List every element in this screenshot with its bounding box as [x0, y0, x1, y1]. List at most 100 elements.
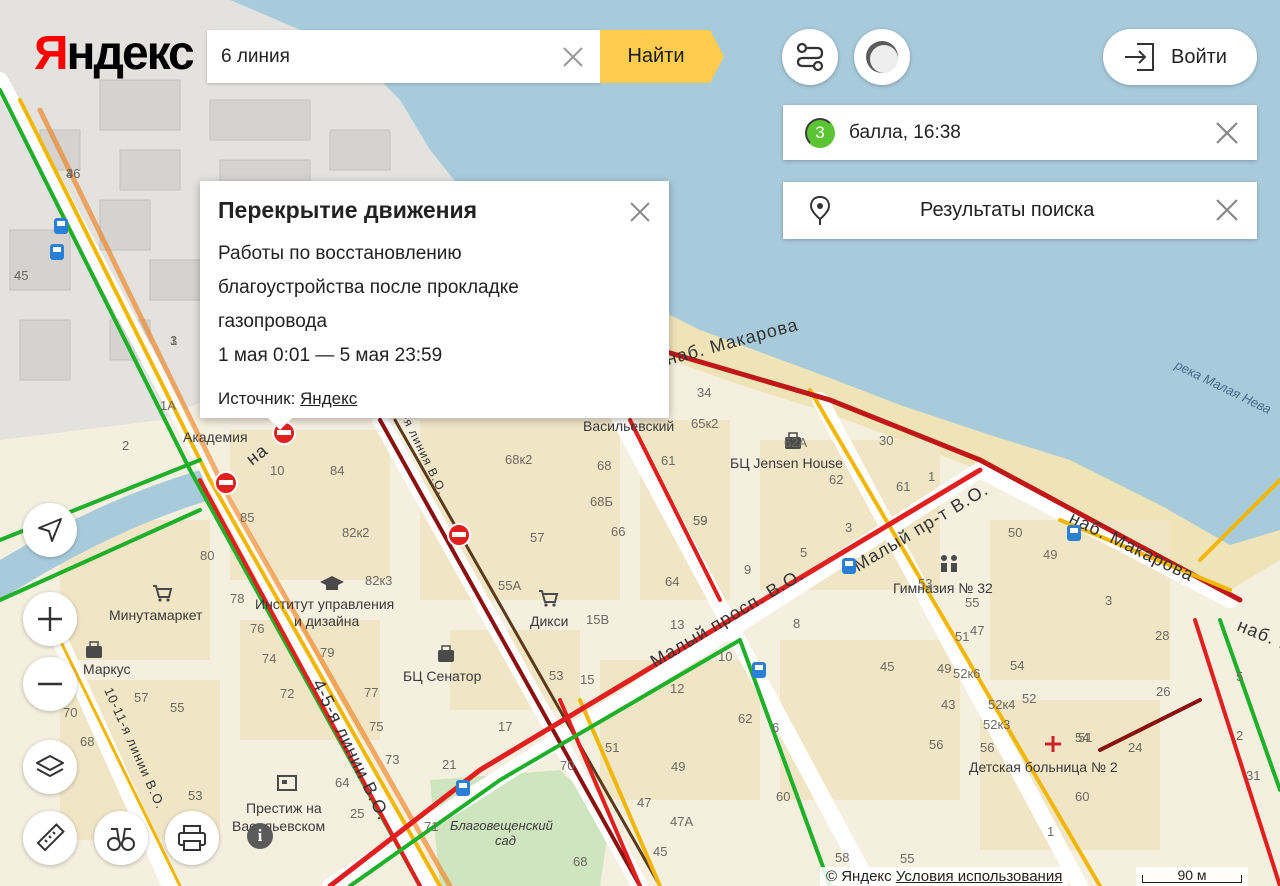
print-button[interactable] — [165, 811, 219, 865]
house-number: 47 — [637, 795, 651, 810]
popup-source: Источник: Яндекс — [218, 389, 651, 409]
house-number: 21 — [442, 757, 456, 772]
house-number: 62 — [738, 711, 752, 726]
house-number: 50 — [1008, 525, 1022, 540]
plus-icon — [38, 607, 62, 631]
scale-line — [1142, 875, 1242, 883]
binoculars-icon — [107, 828, 135, 851]
search-input[interactable] — [207, 44, 547, 69]
clear-icon[interactable] — [562, 46, 584, 68]
house-number: 52к6 — [953, 666, 980, 681]
close-icon[interactable] — [1215, 121, 1239, 145]
house-number: 57 — [530, 530, 544, 545]
house-number: 1 — [928, 469, 935, 484]
park-label: сад — [495, 833, 516, 848]
terms-link[interactable]: Условия использования — [896, 868, 1063, 885]
search-results-panel[interactable]: Результаты поиска — [783, 182, 1257, 239]
closure-marker[interactable] — [447, 523, 471, 547]
house-number: 12 — [670, 681, 684, 696]
find-button[interactable]: Найти — [600, 30, 724, 83]
house-number: 68Б — [590, 494, 613, 509]
popup-source-link[interactable]: Яндекс — [300, 389, 357, 408]
house-number: 84 — [330, 463, 344, 478]
close-icon[interactable] — [629, 201, 651, 223]
yandex-logo[interactable]: Яндекс — [34, 27, 195, 80]
house-number: 78 — [230, 591, 244, 606]
panorama-button[interactable] — [94, 811, 148, 865]
hotel-icon — [277, 775, 297, 791]
house-number: 47 — [970, 623, 984, 638]
house-number: 61 — [661, 453, 675, 468]
poi-label: Васильевском — [232, 818, 325, 834]
login-button[interactable]: Войти — [1103, 29, 1257, 85]
house-number: 62 — [829, 472, 843, 487]
zoom-out-button[interactable] — [23, 657, 77, 711]
hospital-icon — [1045, 736, 1061, 752]
house-number: 62А — [784, 435, 807, 450]
popup-title: Перекрытие движения — [218, 197, 478, 223]
locate-button[interactable] — [23, 503, 77, 557]
poi-label: Дикси — [530, 613, 568, 629]
logo-first-letter: Я — [34, 27, 68, 80]
poi-label: и дизайна — [294, 613, 359, 629]
house-number: 68к2 — [505, 452, 532, 467]
bus-stop-icon — [50, 244, 64, 260]
closure-marker[interactable] — [214, 471, 238, 495]
house-number: 24 — [1128, 740, 1142, 755]
house-number: 52к4 — [988, 697, 1015, 712]
popup-description-line: Работы по восстановлению — [218, 242, 462, 264]
popup-description-line: благоустройства после прокладке — [218, 276, 519, 298]
house-number: 3 — [845, 520, 852, 535]
traffic-toggle-button[interactable] — [854, 29, 910, 85]
house-number: 82к3 — [365, 573, 392, 588]
house-number: 82к2 — [342, 525, 369, 540]
people-icon — [941, 555, 957, 572]
house-number: 15 — [580, 672, 594, 687]
zoom-in-button[interactable] — [23, 592, 77, 646]
ruler-button[interactable] — [23, 811, 77, 865]
layers-button[interactable] — [23, 740, 77, 794]
house-number: 26 — [1156, 684, 1170, 699]
house-number: 49 — [937, 661, 951, 676]
close-icon[interactable] — [1215, 198, 1239, 222]
house-number: 60 — [776, 789, 790, 804]
poi-label: Престиж на — [246, 800, 322, 816]
login-label: Войти — [1171, 45, 1227, 68]
house-number: 73 — [385, 752, 399, 767]
house-number: 28 — [1155, 628, 1169, 643]
house-number: 61 — [896, 479, 910, 494]
house-number: 55 — [900, 851, 914, 866]
route-button[interactable] — [782, 29, 838, 85]
shop-icon — [153, 585, 173, 602]
house-number: 54 — [1010, 658, 1024, 673]
house-number: 31 — [1246, 768, 1260, 783]
route-icon — [796, 42, 824, 72]
house-number: 51 — [605, 740, 619, 755]
bus-stop-icon — [842, 558, 856, 574]
house-number: 43 — [941, 697, 955, 712]
house-number: 72 — [280, 686, 294, 701]
house-number: 64 — [665, 574, 679, 589]
traffic-panel[interactable]: 3 балла, 16:38 — [783, 105, 1257, 160]
house-number: 76 — [250, 621, 264, 636]
house-number: 55 — [170, 700, 184, 715]
house-number: 51 — [955, 629, 969, 644]
house-number: 59 — [693, 513, 707, 528]
find-button-label: Найти — [627, 45, 685, 67]
house-number: 74 — [262, 651, 276, 666]
popup-source-prefix: Источник: — [218, 388, 296, 408]
house-number: 45 — [880, 659, 894, 674]
bus-stop-icon — [752, 662, 766, 678]
house-number: 49 — [671, 759, 685, 774]
house-number: 55 — [965, 595, 979, 610]
house-number: 53 — [549, 668, 563, 683]
poi-label: Институт управления — [255, 596, 394, 612]
poi-label: Детская больница № 2 — [969, 759, 1118, 775]
poi-label: Академия — [183, 429, 248, 445]
info-icon[interactable]: i — [247, 823, 273, 849]
logo-rest: ндекс — [66, 27, 195, 80]
house-number: 68 — [597, 458, 611, 473]
poi-label: Минутамаркет — [109, 607, 203, 623]
house-number: 5 — [800, 545, 807, 560]
house-number: 2 — [122, 438, 129, 453]
